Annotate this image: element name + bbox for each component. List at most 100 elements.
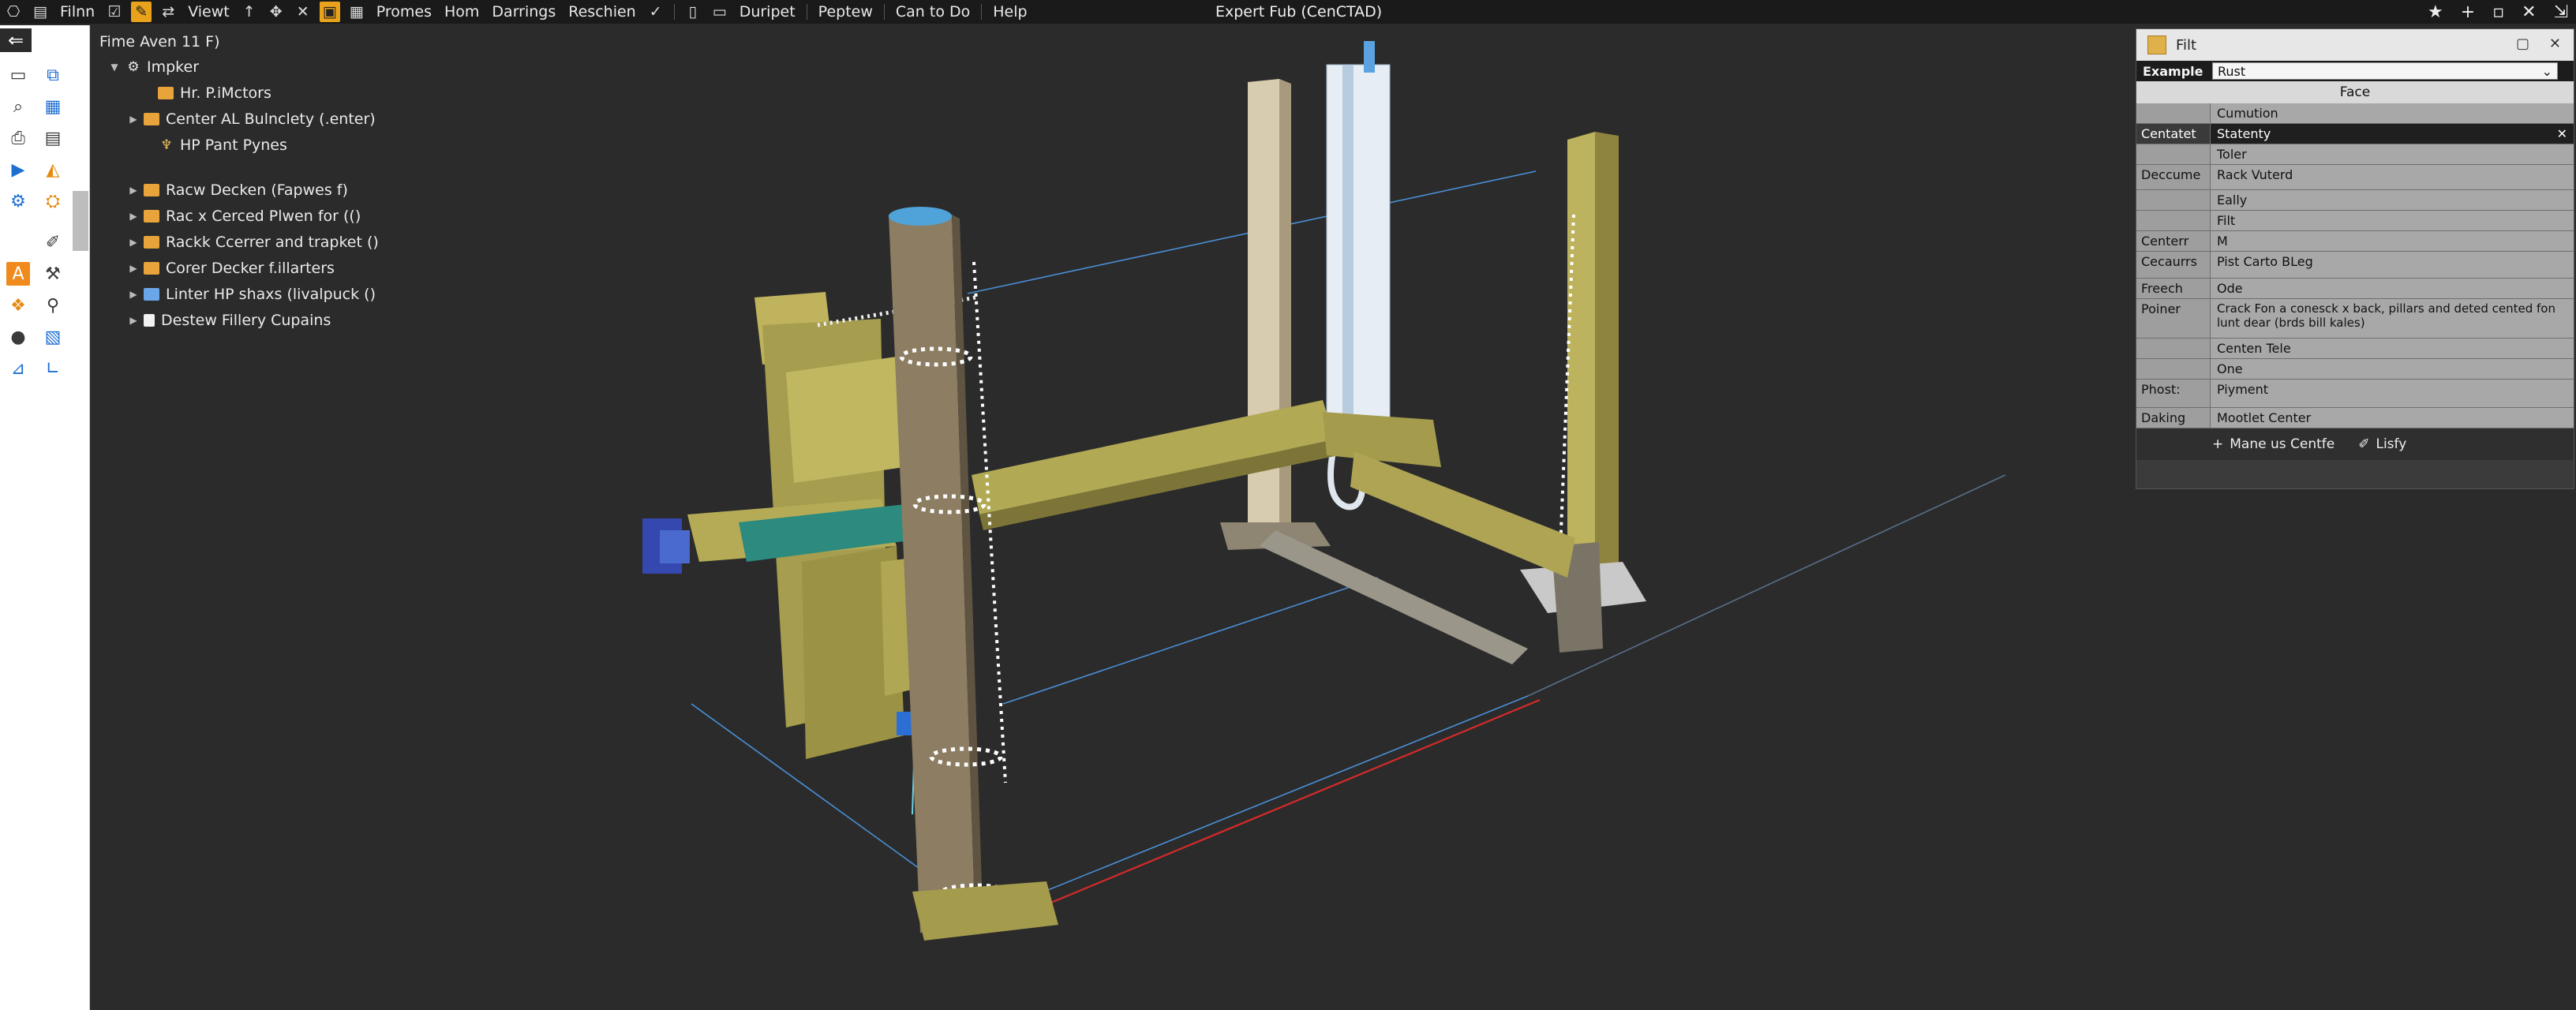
tree-item[interactable]: ♆ HP Pant Pynes: [93, 132, 504, 158]
property-row[interactable]: Cecaurrs Pist Carto BLeg: [2136, 252, 2574, 279]
property-key: [2136, 211, 2211, 230]
property-value: One: [2211, 359, 2574, 379]
menu-reschien[interactable]: Reschien: [562, 0, 642, 24]
property-key: [2136, 359, 2211, 379]
app-icon[interactable]: ⎔: [3, 2, 24, 22]
tree-root[interactable]: ▼ ⚙ Impker: [93, 54, 504, 80]
tree-item[interactable]: ▶ Destew Fillery Cupains: [93, 307, 504, 333]
search-icon[interactable]: ⚲: [41, 294, 65, 317]
menu-can-to-do[interactable]: Can to Do: [889, 0, 976, 24]
text-tool-icon[interactable]: A: [6, 262, 30, 286]
property-key: [2136, 339, 2211, 358]
property-key: Daking: [2136, 408, 2211, 428]
tree-item[interactable]: ▶ Racw Decken (Fapwes f): [93, 177, 504, 203]
property-row[interactable]: Eally: [2136, 190, 2574, 211]
pen-icon[interactable]: ✐: [41, 230, 65, 254]
corner-icon[interactable]: ∟: [41, 357, 65, 380]
add-icon[interactable]: +: [2461, 2, 2475, 22]
tree-item[interactable]: ▶ Corer Decker f.illarters: [93, 255, 504, 281]
minimize-icon[interactable]: ▫: [2492, 2, 2504, 22]
property-value: Cumution: [2211, 103, 2574, 123]
close-icon[interactable]: ✕: [2522, 2, 2536, 22]
property-row[interactable]: Daking Mootlet Center: [2136, 408, 2574, 428]
property-value: Pist Carto BLeg: [2211, 252, 2574, 278]
section-header: Face: [2136, 81, 2574, 103]
tree-item[interactable]: ▶ Rackk Ccerrer and trapket (): [93, 229, 504, 255]
menu-view[interactable]: Viewt: [182, 0, 236, 24]
clipboard-icon[interactable]: ▭: [710, 2, 730, 22]
property-row[interactable]: Centen Tele: [2136, 339, 2574, 359]
tree-item[interactable]: ▶ Linter HP shaxs (livalpuck (): [93, 281, 504, 307]
property-row[interactable]: Toler: [2136, 144, 2574, 165]
add-button[interactable]: Mane us Centfe: [2230, 436, 2334, 452]
chevron-right-icon[interactable]: ▶: [126, 211, 140, 222]
chevron-right-icon[interactable]: ▶: [126, 185, 140, 196]
toolbar-scrollbar[interactable]: [73, 191, 88, 251]
file-icon[interactable]: ▤: [30, 2, 51, 22]
tree-item[interactable]: Hr. P.iMctors: [93, 80, 504, 106]
property-row[interactable]: Centerr M: [2136, 231, 2574, 252]
cross-icon[interactable]: ✕: [293, 2, 313, 22]
pin-icon[interactable]: ✥: [266, 2, 286, 22]
chevron-right-icon[interactable]: ▶: [126, 315, 140, 326]
clear-icon[interactable]: ✕: [2557, 126, 2567, 141]
property-row[interactable]: Filt: [2136, 211, 2574, 231]
lisfy-button[interactable]: Lisfy: [2376, 436, 2406, 452]
resize-icon[interactable]: ⇲: [2554, 2, 2568, 22]
tree-item[interactable]: ▶ Center AL Bulnclety (.enter): [93, 106, 504, 132]
example-row: Example Rust ⌄: [2136, 61, 2574, 81]
right-post: [1520, 132, 1646, 653]
zoom-icon[interactable]: ⌕: [6, 95, 30, 118]
gear-icon[interactable]: ⚙: [6, 189, 30, 213]
grid-icon[interactable]: ▧: [41, 325, 65, 349]
menu-hom[interactable]: Hom: [438, 0, 485, 24]
chevron-down-icon[interactable]: ▼: [107, 62, 122, 73]
folder-icon[interactable]: ▣: [319, 2, 340, 22]
property-row[interactable]: Deccume Rack Vuterd: [2136, 165, 2574, 190]
menu-duripet[interactable]: Duripet: [733, 0, 802, 24]
tool-icon[interactable]: ⛭: [41, 189, 65, 213]
copy-icon[interactable]: ⧉: [41, 63, 65, 87]
sketch-icon[interactable]: ✎: [131, 2, 152, 22]
link-icon[interactable]: ⇄: [158, 2, 178, 22]
play-icon[interactable]: ▶: [6, 158, 30, 181]
puzzle-icon[interactable]: ❖: [6, 294, 30, 317]
close-icon[interactable]: ✕: [2549, 36, 2561, 52]
chevron-right-icon[interactable]: ▶: [126, 289, 140, 300]
back-arrow-icon[interactable]: ⇐: [0, 28, 32, 52]
property-row[interactable]: One: [2136, 359, 2574, 380]
calendar-icon[interactable]: ▦: [346, 2, 367, 22]
star-icon[interactable]: ★: [2428, 2, 2443, 22]
example-select[interactable]: Rust ⌄: [2212, 62, 2558, 80]
window-icon[interactable]: ▭: [6, 63, 30, 87]
property-value: Filt: [2211, 211, 2574, 230]
arrow-up-icon[interactable]: ↑: [239, 2, 260, 22]
menu-peptew[interactable]: Peptew: [812, 0, 879, 24]
shapes-icon[interactable]: ◭: [41, 158, 65, 181]
tree-item[interactable]: ▶ Rac x Cerced Plwen for ((): [93, 203, 504, 229]
wrench-icon[interactable]: ⚒: [41, 262, 65, 286]
property-row[interactable]: Cumution: [2136, 103, 2574, 124]
chevron-right-icon[interactable]: ▶: [126, 237, 140, 248]
document-icon[interactable]: ▯: [683, 2, 703, 22]
panel-footer: + Mane us Centfe ✐ Lisfy: [2136, 428, 2574, 460]
menu-file[interactable]: Filnn: [54, 0, 101, 24]
check-icon[interactable]: ✓: [646, 2, 666, 22]
property-row[interactable]: Phost: Piyment: [2136, 380, 2574, 408]
layers-icon[interactable]: ▦: [41, 95, 65, 118]
chevron-right-icon[interactable]: ▶: [126, 263, 140, 274]
check-box-icon[interactable]: ☑: [104, 2, 125, 22]
chevron-right-icon[interactable]: ▶: [126, 114, 140, 125]
property-row[interactable]: Freech Ode: [2136, 279, 2574, 299]
measure-icon[interactable]: ⊿: [6, 357, 30, 380]
menu-promes[interactable]: Promes: [370, 0, 438, 24]
maximize-icon[interactable]: ▢: [2516, 36, 2529, 52]
user-icon[interactable]: ●: [6, 325, 30, 349]
print-icon[interactable]: ⎙: [6, 126, 30, 150]
folder-icon: [144, 235, 159, 249]
stack-icon[interactable]: ▤: [41, 126, 65, 150]
menu-darrings[interactable]: Darrings: [485, 0, 562, 24]
menu-help[interactable]: Help: [987, 0, 1033, 24]
property-row-selected[interactable]: Centatet Statenty ✕: [2136, 124, 2574, 144]
property-row[interactable]: Poiner Crack Fon a conesck x back, pillar…: [2136, 299, 2574, 339]
